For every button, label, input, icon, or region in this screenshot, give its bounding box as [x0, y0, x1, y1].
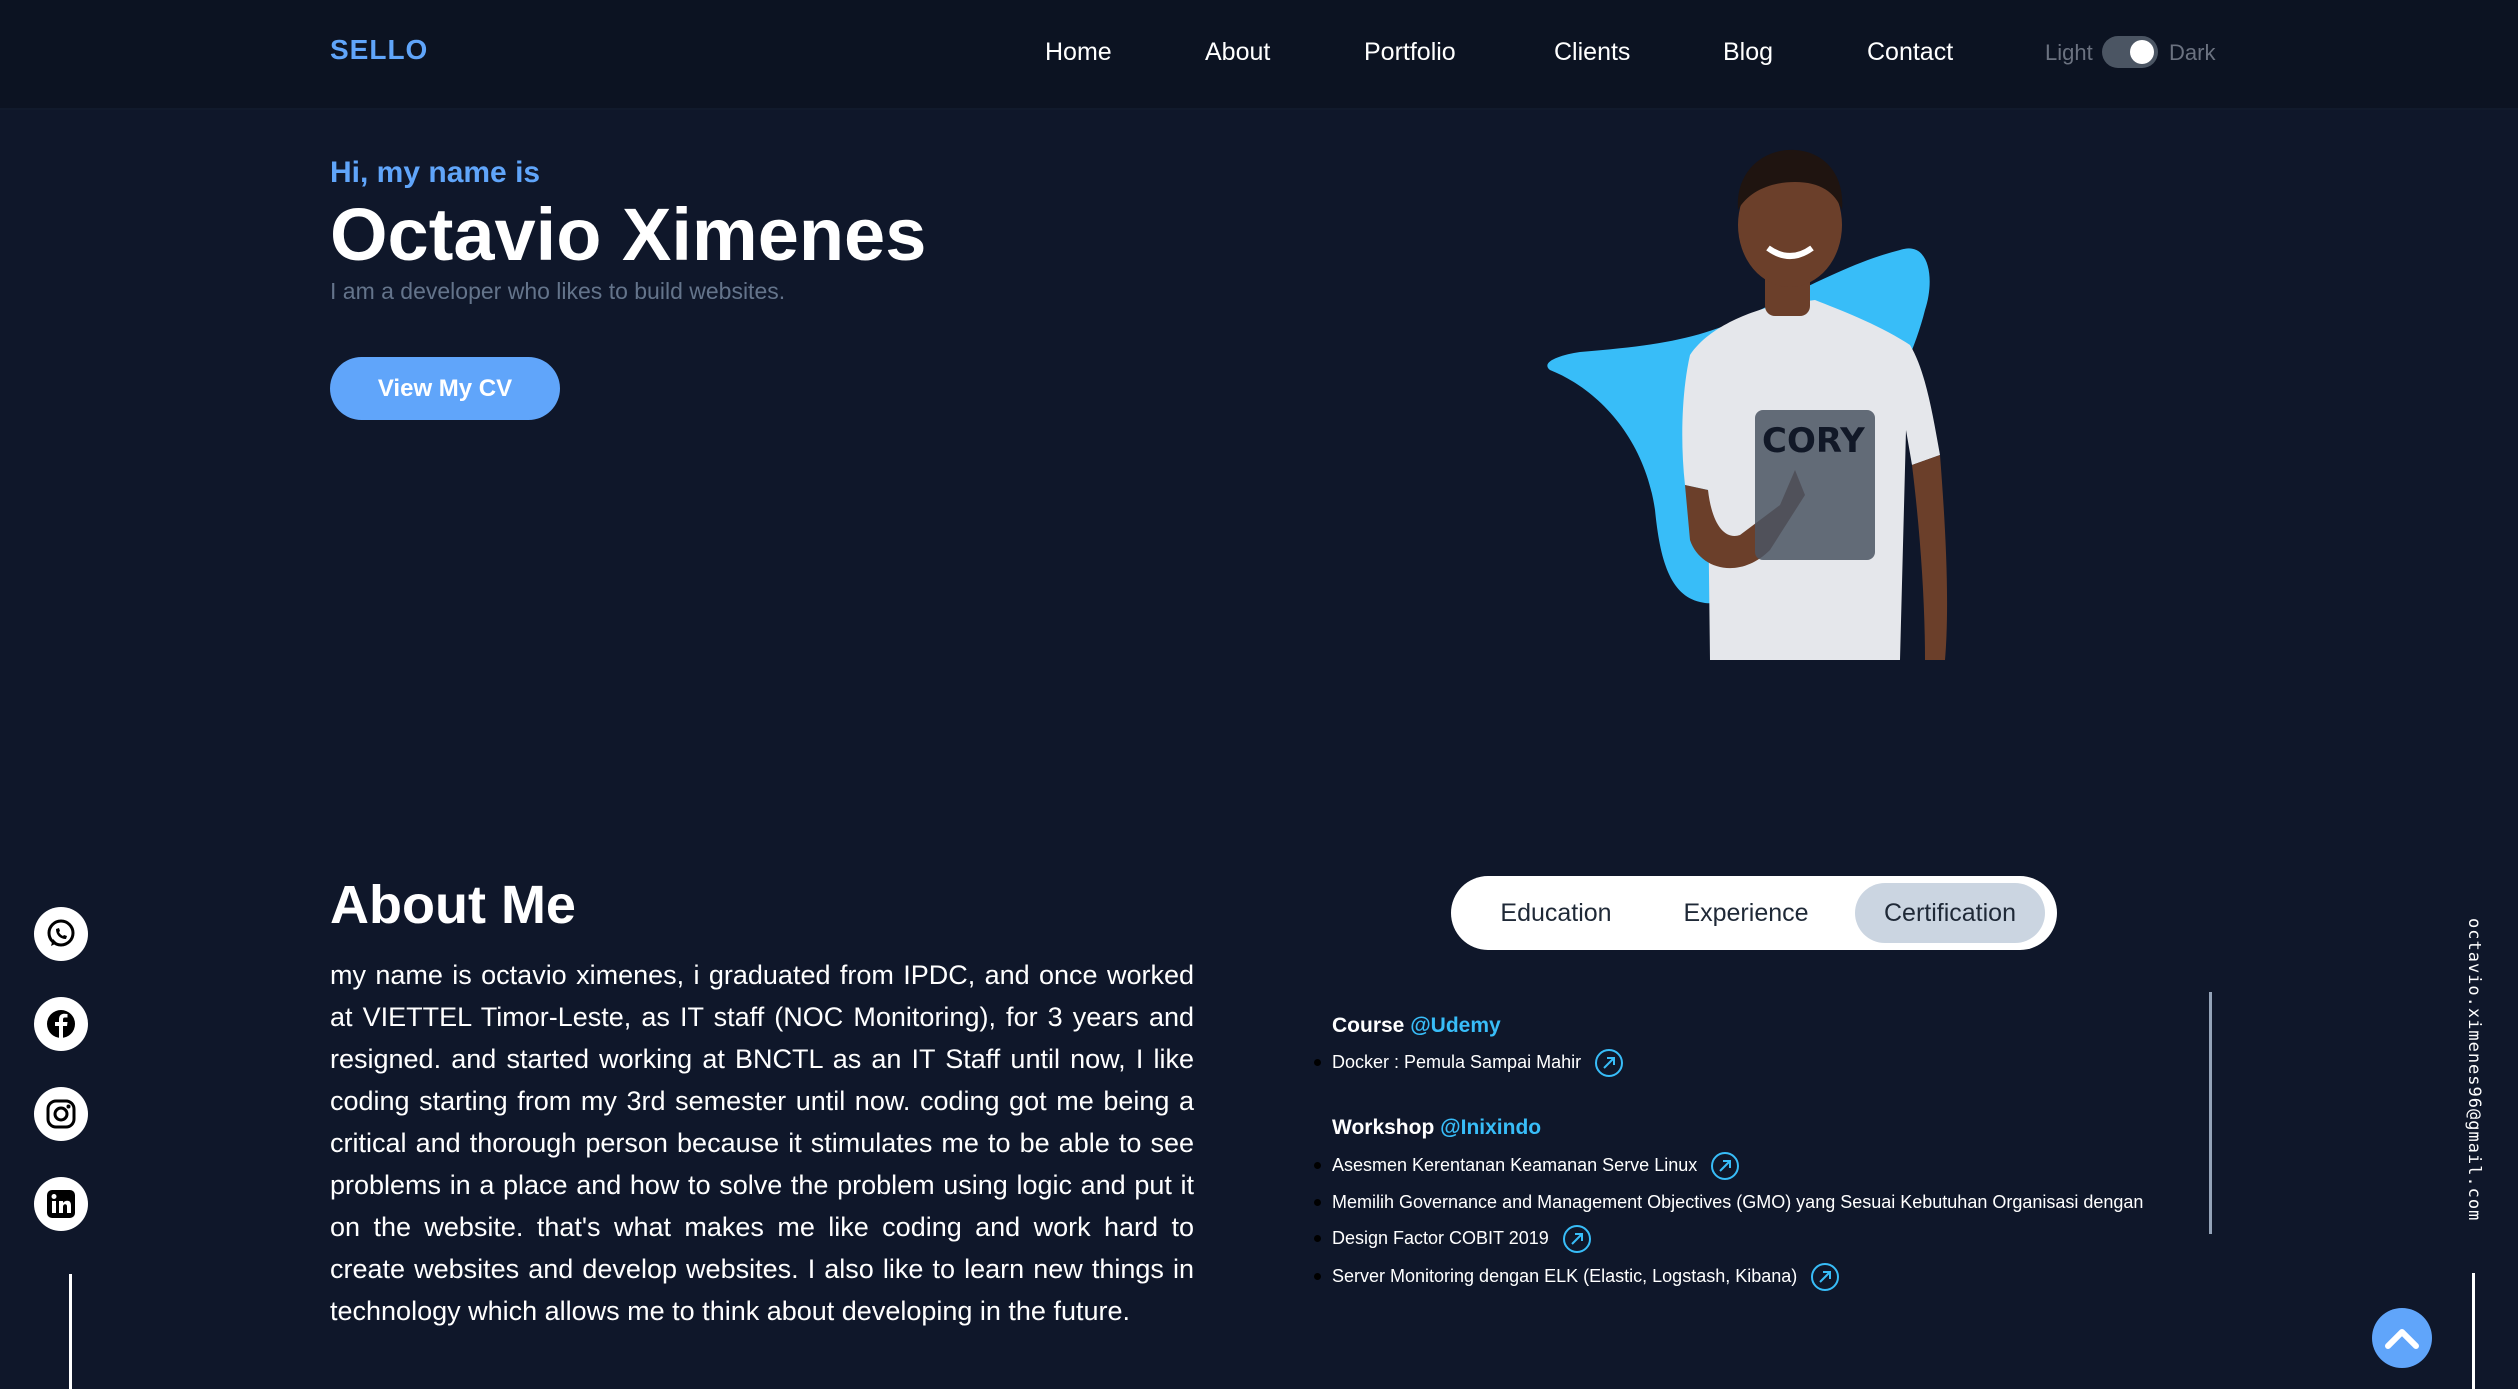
email-line: [2472, 1273, 2475, 1389]
course-label: Course: [1332, 1014, 1405, 1037]
workshop-heading: Workshop @Inixindo: [1332, 1116, 1541, 1140]
theme-dark-label: Dark: [2169, 40, 2216, 65]
whatsapp-link[interactable]: [34, 907, 88, 961]
logo[interactable]: SELLO: [330, 34, 428, 66]
course-org-link[interactable]: @Udemy: [1410, 1014, 1501, 1037]
view-cv-button[interactable]: View My CV: [330, 357, 560, 420]
nav-clients[interactable]: Clients: [1554, 38, 1630, 67]
workshop-org-link[interactable]: @Inixindo: [1440, 1116, 1541, 1139]
navbar: SELLO Home About Portfolio Clients Blog …: [0, 0, 2518, 110]
nav-contact[interactable]: Contact: [1867, 38, 1953, 67]
tab-education[interactable]: Education: [1471, 883, 1641, 943]
external-link-icon[interactable]: [1810, 1262, 1840, 1292]
toggle-knob: [2130, 40, 2154, 64]
facebook-icon: [47, 1010, 75, 1038]
whatsapp-icon: [47, 919, 75, 947]
linkedin-link[interactable]: [34, 1177, 88, 1231]
list-item: Asesmen Kerentanan Keamanan Serve Linux: [1313, 1147, 1740, 1183]
cert-item-label: Docker : Pemula Sampai Mahir: [1332, 1052, 1582, 1072]
cert-item-label: Memilih Governance and Management Object…: [1332, 1192, 2144, 1212]
linkedin-icon: [47, 1190, 75, 1218]
panel-divider: [2209, 992, 2212, 1234]
experience-tabs: Education Experience Certification: [1451, 876, 2057, 950]
external-link-icon[interactable]: [1594, 1048, 1624, 1078]
shirt-text: CORY: [1762, 421, 1865, 461]
about-text: my name is octavio ximenes, i graduated …: [330, 960, 1194, 1326]
list-item: Memilih Governance and Management Object…: [1313, 1184, 2144, 1220]
theme-toggle[interactable]: [2102, 36, 2158, 68]
facebook-link[interactable]: [34, 997, 88, 1051]
person-arm-right: [1912, 455, 1948, 660]
cert-item-label: Server Monitoring dengan ELK (Elastic, L…: [1332, 1266, 1798, 1286]
nav-blog[interactable]: Blog: [1723, 38, 1773, 67]
cert-item-label: Design Factor COBIT 2019: [1332, 1228, 1549, 1248]
theme-light-label: Light: [2045, 40, 2093, 65]
hero-subtitle: I am a developer who likes to build webs…: [330, 278, 786, 304]
about-title: About Me: [330, 875, 576, 935]
email-link[interactable]: octavio.ximenes96@gmail.com: [2464, 918, 2484, 1221]
chevron-up-icon: [2385, 1329, 2419, 1349]
tab-certification[interactable]: Certification: [1855, 883, 2045, 943]
list-item: Docker : Pemula Sampai Mahir: [1313, 1044, 1624, 1080]
external-link-icon[interactable]: [1562, 1224, 1592, 1254]
nav-portfolio[interactable]: Portfolio: [1364, 38, 1456, 67]
workshop-label: Workshop: [1332, 1116, 1435, 1139]
tab-experience[interactable]: Experience: [1651, 883, 1841, 943]
hero-name: Octavio Ximenes: [330, 193, 927, 276]
nav-home[interactable]: Home: [1045, 38, 1112, 67]
profile-photo: CORY: [1547, 149, 1948, 660]
nav-about[interactable]: About: [1205, 38, 1270, 67]
list-item-continuation: Design Factor COBIT 2019: [1314, 1220, 1592, 1256]
instagram-link[interactable]: [34, 1087, 88, 1141]
instagram-icon: [46, 1099, 76, 1129]
list-item: Server Monitoring dengan ELK (Elastic, L…: [1313, 1258, 1840, 1294]
social-line: [69, 1274, 72, 1389]
cert-item-label: Asesmen Kerentanan Keamanan Serve Linux: [1332, 1155, 1698, 1175]
hero-greeting: Hi, my name is: [330, 156, 541, 189]
scroll-top-button[interactable]: [2372, 1308, 2432, 1368]
course-heading: Course @Udemy: [1332, 1014, 1501, 1038]
external-link-icon[interactable]: [1710, 1151, 1740, 1181]
